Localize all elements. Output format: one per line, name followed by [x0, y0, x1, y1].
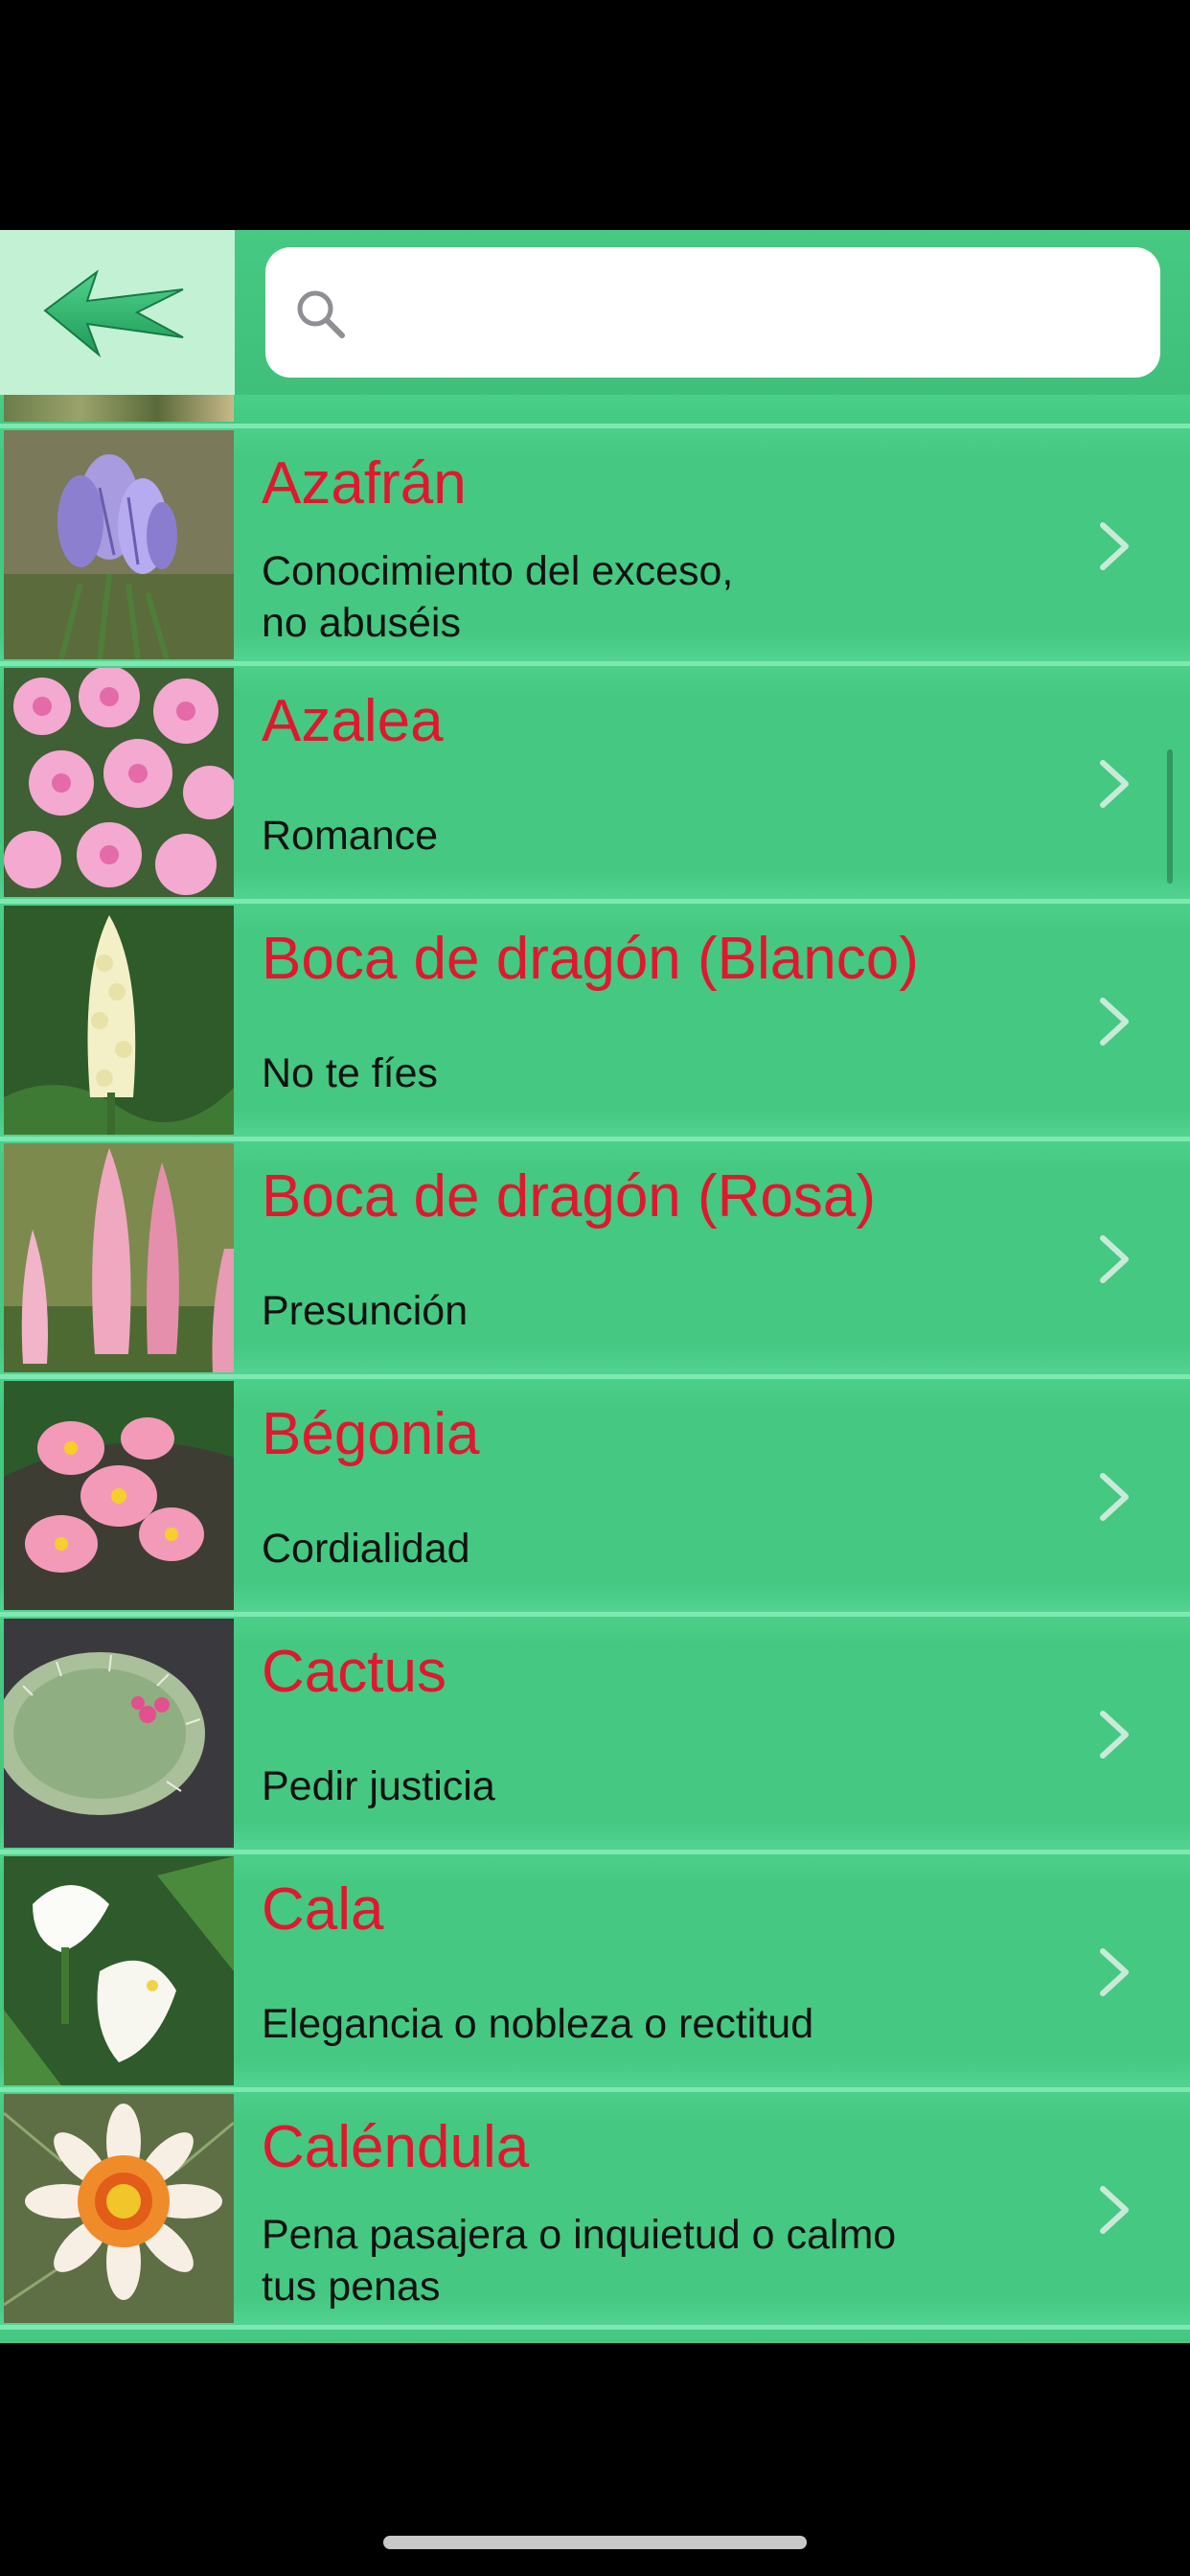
- search-bar[interactable]: [265, 247, 1160, 378]
- item-subtitle: Pedir justicia: [262, 1763, 495, 1809]
- list-item[interactable]: Cala Elegancia o nobleza o rectitud: [0, 1854, 1190, 2092]
- item-title: Azafrán: [262, 450, 467, 517]
- list-item[interactable]: Bégonia Cordialidad: [0, 1379, 1190, 1617]
- item-subtitle: Elegancia o nobleza o rectitud: [262, 2001, 814, 2047]
- flower-list[interactable]: Azafrán Conocimiento del exceso, no abus…: [0, 395, 1190, 2343]
- item-title: Cactus: [262, 1639, 446, 1705]
- chevron-right-icon: [1100, 1473, 1129, 1521]
- chevron-right-icon: [1100, 1235, 1129, 1283]
- list-item[interactable]: Caléndula Pena pasajera o inquietud o ca…: [0, 2092, 1190, 2330]
- chevron-right-icon: [1100, 998, 1129, 1046]
- notch: [287, 0, 901, 86]
- item-title: Boca de dragón (Blanco): [262, 926, 919, 992]
- item-title: Boca de dragón (Rosa): [262, 1163, 877, 1230]
- item-subtitle: No te fíes: [262, 1050, 439, 1096]
- search-icon: [297, 290, 345, 338]
- item-subtitle: Presunción: [262, 1288, 469, 1334]
- flower-thumbnail: [4, 395, 234, 422]
- list-item-partial: [0, 395, 1190, 428]
- chevron-right-icon: [1100, 2186, 1129, 2234]
- search-input[interactable]: [371, 276, 1132, 351]
- back-arrow-icon: [42, 269, 183, 358]
- chevron-right-icon: [1100, 522, 1129, 570]
- list-item[interactable]: Azafrán Conocimiento del exceso, no abus…: [0, 428, 1190, 666]
- flower-thumbnail-cactus: [4, 1619, 234, 1848]
- list-item[interactable]: Cactus Pedir justicia: [0, 1617, 1190, 1854]
- flower-thumbnail-begonia: [4, 1381, 234, 1610]
- flower-thumbnail-calla: [4, 1856, 234, 2085]
- item-title: Cala: [262, 1876, 384, 1943]
- item-subtitle: Cordialidad: [262, 1526, 470, 1572]
- item-subtitle: Pena pasajera o inquietud o calmo tus pe…: [262, 2212, 897, 2310]
- phone-frame: Azafrán Conocimiento del exceso, no abus…: [0, 0, 1190, 2576]
- flower-thumbnail-crocus: [4, 430, 234, 659]
- item-title: Azalea: [262, 688, 444, 754]
- flower-thumbnail-azalea: [4, 668, 234, 897]
- item-title: Caléndula: [262, 2114, 530, 2180]
- flower-thumbnail-white-lupine: [4, 906, 234, 1135]
- scroll-indicator[interactable]: [1167, 749, 1173, 884]
- screen: Azafrán Conocimiento del exceso, no abus…: [0, 230, 1190, 2343]
- home-indicator[interactable]: [383, 2536, 807, 2549]
- list-item[interactable]: Boca de dragón (Rosa) Presunción: [0, 1141, 1190, 1379]
- flower-thumbnail-gazania: [4, 2094, 234, 2323]
- list-item[interactable]: Azalea Romance: [0, 666, 1190, 904]
- chevron-right-icon: [1100, 1948, 1129, 1996]
- list-item[interactable]: Boca de dragón (Blanco) No te fíes: [0, 904, 1190, 1141]
- flower-thumbnail-pink-lupine: [4, 1143, 234, 1372]
- chevron-right-icon: [1100, 1711, 1129, 1759]
- item-subtitle: Romance: [262, 813, 439, 859]
- back-button[interactable]: [0, 230, 235, 395]
- item-subtitle: Conocimiento del exceso, no abuséis: [262, 548, 734, 646]
- header-bar: [0, 230, 1190, 398]
- item-title: Bégonia: [262, 1401, 480, 1467]
- chevron-right-icon: [1100, 760, 1129, 808]
